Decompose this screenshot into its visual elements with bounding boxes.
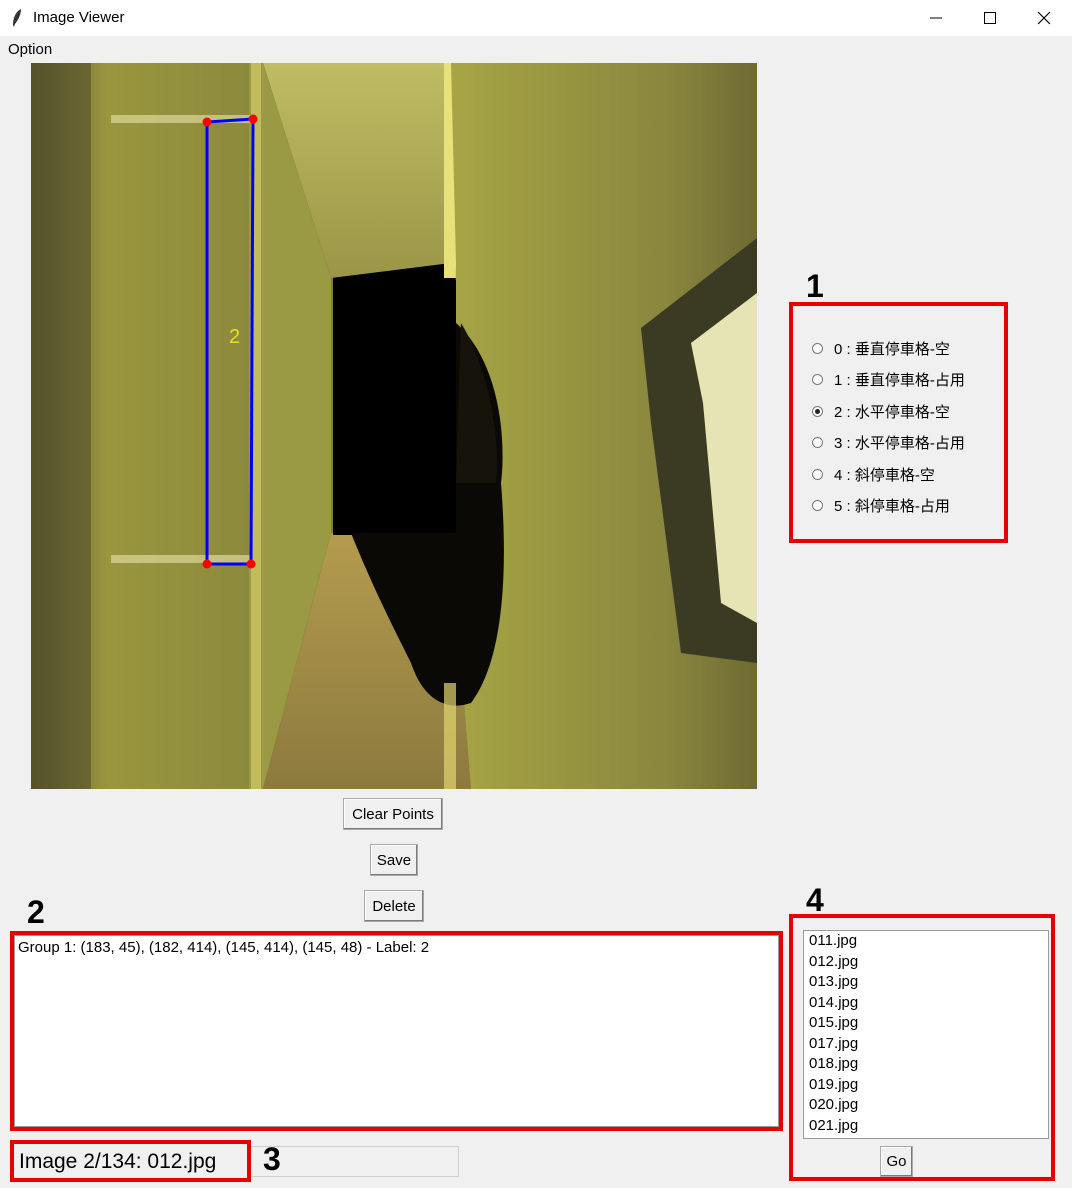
radio-option-3[interactable]: 3 : 水平停車格-占用 [812,432,965,454]
close-button[interactable] [1016,0,1072,36]
status-bar-extension [250,1146,459,1177]
callout-3: 3 [263,1141,281,1177]
radio-option-5[interactable]: 5 : 斜停車格-占用 [812,495,965,517]
list-item[interactable]: 011.jpg [804,931,1048,952]
window-title: Image Viewer [33,9,125,26]
radio-option-2[interactable]: 2 : 水平停車格-空 [812,400,965,422]
list-item[interactable]: 012.jpg [804,952,1048,973]
radio-label: 2 : 水平停車格-空 [834,403,950,421]
radio-label: 0 : 垂直停車格-空 [834,340,950,358]
status-label: Image 2/134: 012.jpg [19,1150,217,1173]
image-canvas[interactable]: 2 [31,63,757,789]
radio-option-4[interactable]: 4 : 斜停車格-空 [812,463,965,485]
minimize-button[interactable] [908,0,964,36]
go-button[interactable]: Go [880,1146,913,1177]
radio-button[interactable] [812,342,823,354]
radio-label: 1 : 垂直停車格-占用 [834,372,965,389]
maximize-icon [984,12,996,24]
parking-image: 2 [31,63,757,789]
list-item[interactable]: 017.jpg [804,1034,1048,1055]
polygon-label: 2 [229,326,240,348]
list-item[interactable]: 019.jpg [804,1075,1048,1096]
callout-4: 4 [806,882,824,918]
radio-button[interactable] [812,468,823,480]
radio-label: 4 : 斜停車格-空 [834,466,935,484]
radio-button-selected[interactable] [812,405,823,417]
save-button[interactable]: Save [370,844,418,876]
annotation-line: Group 1: (183, 45), (182, 414), (145, 41… [18,939,430,956]
list-item[interactable]: 021.jpg [804,1116,1048,1137]
close-icon [1037,11,1051,25]
radio-label: 5 : 斜停車格-占用 [834,498,950,515]
minimize-icon [930,12,942,24]
list-item[interactable]: 020.jpg [804,1095,1048,1116]
feather-icon [10,8,24,28]
maximize-button[interactable] [962,0,1018,36]
list-item[interactable]: 015.jpg [804,1013,1048,1034]
menu-bar [0,38,1072,60]
radio-label: 3 : 水平停車格-占用 [834,435,965,452]
annotation-text-area[interactable]: Group 1: (183, 45), (182, 414), (145, 41… [14,935,779,1127]
callout-2: 2 [27,894,45,930]
callout-1: 1 [806,268,824,304]
label-radio-group: 0 : 垂直停車格-空 1 : 垂直停車格-占用 2 : 水平停車格-空 3 :… [812,337,965,517]
radio-button[interactable] [812,437,823,448]
delete-button[interactable]: Delete [364,890,424,922]
list-item[interactable]: 014.jpg [804,993,1048,1014]
radio-option-0[interactable]: 0 : 垂直停車格-空 [812,337,965,359]
radio-button[interactable] [812,500,823,511]
menu-option[interactable]: Option [8,41,52,58]
radio-option-1[interactable]: 1 : 垂直停車格-占用 [812,369,965,391]
clear-points-button[interactable]: Clear Points [343,798,443,830]
radio-button[interactable] [812,374,823,385]
file-listbox[interactable]: 011.jpg 012.jpg 013.jpg 014.jpg 015.jpg … [803,930,1049,1139]
list-item[interactable]: 013.jpg [804,972,1048,993]
list-item[interactable]: 018.jpg [804,1054,1048,1075]
